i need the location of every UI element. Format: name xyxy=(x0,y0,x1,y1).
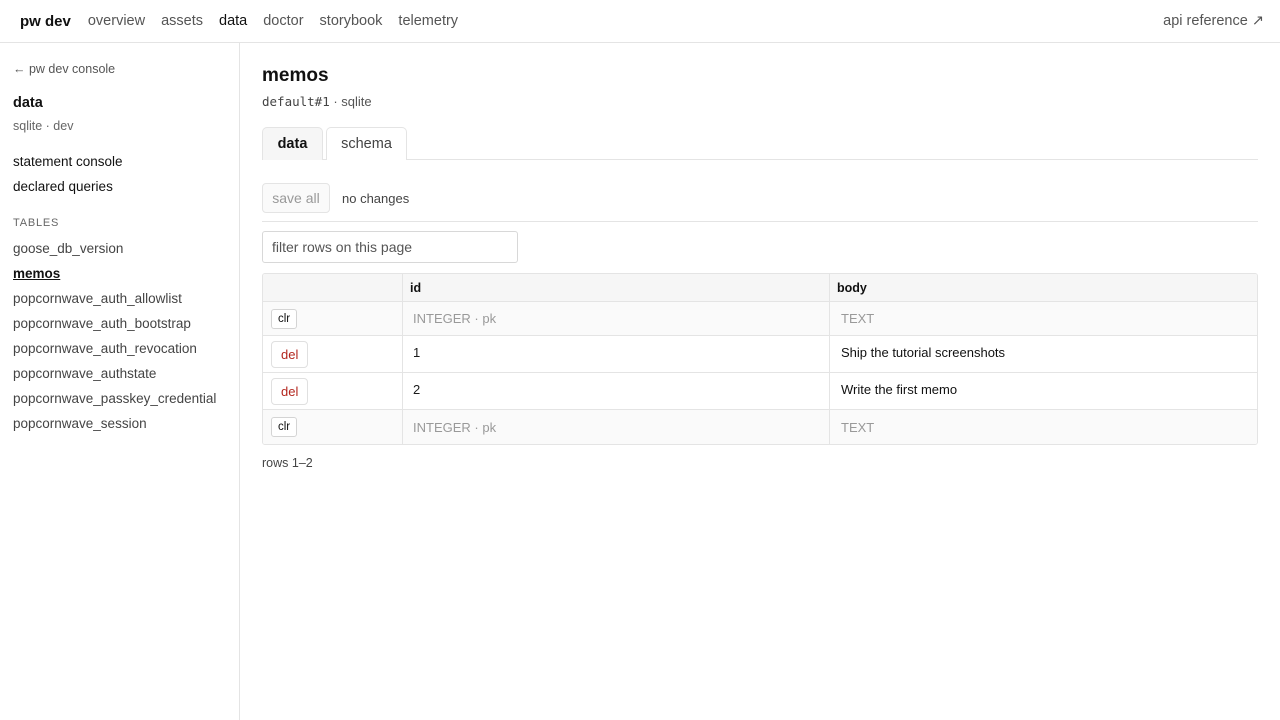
id-cell[interactable]: 1 xyxy=(403,336,830,372)
filter-rows-input[interactable] xyxy=(262,231,518,263)
api-reference-link[interactable]: api reference ↗ xyxy=(1163,13,1264,29)
table-link-memos[interactable]: memos xyxy=(13,266,60,281)
body-cell[interactable]: Ship the tutorial screenshots xyxy=(830,336,1257,372)
sidebar-item-declared-queries[interactable]: declared queries xyxy=(13,179,113,194)
divider xyxy=(262,221,1258,222)
sidebar: ← pw dev console data sqlite · dev state… xyxy=(0,43,240,720)
action-bar: save all no changes xyxy=(262,183,409,213)
change-status: no changes xyxy=(342,190,410,206)
header-body: body xyxy=(837,280,867,295)
main-content: memos default#1 · sqlite data schema sav… xyxy=(262,43,1258,720)
back-to-console-link[interactable]: ← pw dev console xyxy=(13,62,115,76)
table-link-auth-bootstrap[interactable]: popcornwave_auth_bootstrap xyxy=(13,316,191,331)
brand-logo[interactable]: pw dev xyxy=(20,13,71,30)
table-row: del 2 Write the first memo xyxy=(263,373,1257,410)
tab-bar: data schema xyxy=(262,127,1258,160)
tables-section-label: TABLES xyxy=(13,217,60,229)
new-id-cell[interactable]: INTEGER · pk xyxy=(403,302,830,335)
tab-schema[interactable]: schema xyxy=(326,127,407,160)
connection-name: default#1 xyxy=(262,94,330,109)
id-cell[interactable]: 2 xyxy=(403,373,830,409)
new-row-top: clr INTEGER · pk TEXT xyxy=(263,302,1257,336)
new-body-cell[interactable]: TEXT xyxy=(830,410,1257,444)
header-id: id xyxy=(403,274,830,301)
row-actions: clr xyxy=(263,410,403,444)
table-link-goose-db-version[interactable]: goose_db_version xyxy=(13,241,123,256)
row-actions: del xyxy=(263,336,403,372)
nav-link-assets[interactable]: assets xyxy=(161,13,203,29)
connection-info: default#1 · sqlite xyxy=(262,94,372,109)
nav-link-overview[interactable]: overview xyxy=(88,13,145,29)
table-link-passkey-credential[interactable]: popcornwave_passkey_credential xyxy=(13,391,216,406)
header-actions xyxy=(263,274,403,301)
new-id-cell[interactable]: INTEGER · pk xyxy=(403,410,830,444)
page-title: memos xyxy=(262,65,329,86)
engine-name: · sqlite xyxy=(329,94,372,109)
data-grid: id body clr INTEGER · pk TEXT del 1 Ship… xyxy=(262,273,1258,445)
row-actions: clr xyxy=(263,302,403,335)
table-row: del 1 Ship the tutorial screenshots xyxy=(263,336,1257,373)
save-all-button[interactable]: save all xyxy=(262,183,330,213)
sidebar-title: data xyxy=(13,95,43,111)
nav-link-doctor[interactable]: doctor xyxy=(263,13,303,29)
nav-link-data[interactable]: data xyxy=(219,13,247,29)
body-cell[interactable]: Write the first memo xyxy=(830,373,1257,409)
table-link-auth-revocation[interactable]: popcornwave_auth_revocation xyxy=(13,341,197,356)
new-body-cell[interactable]: TEXT xyxy=(830,302,1257,335)
nav-link-storybook[interactable]: storybook xyxy=(320,13,383,29)
sidebar-item-statement-console[interactable]: statement console xyxy=(13,154,123,169)
delete-row-button[interactable]: del xyxy=(271,377,309,405)
tab-data[interactable]: data xyxy=(262,127,323,160)
grid-header-row: id body xyxy=(263,274,1257,302)
table-link-authstate[interactable]: popcornwave_authstate xyxy=(13,366,156,381)
sidebar-subtitle: sqlite · dev xyxy=(13,119,74,133)
nav-link-telemetry[interactable]: telemetry xyxy=(398,13,458,29)
clear-button[interactable]: clr xyxy=(271,417,298,437)
rows-count: rows 1–2 xyxy=(262,456,313,470)
table-link-session[interactable]: popcornwave_session xyxy=(13,416,147,431)
table-link-auth-allowlist[interactable]: popcornwave_auth_allowlist xyxy=(13,291,182,306)
clear-button[interactable]: clr xyxy=(271,308,298,329)
delete-row-button[interactable]: del xyxy=(271,340,309,368)
new-row-bottom: clr INTEGER · pk TEXT xyxy=(263,410,1257,444)
top-nav: pw dev overview assets data doctor story… xyxy=(0,0,1280,43)
row-actions: del xyxy=(263,373,403,409)
